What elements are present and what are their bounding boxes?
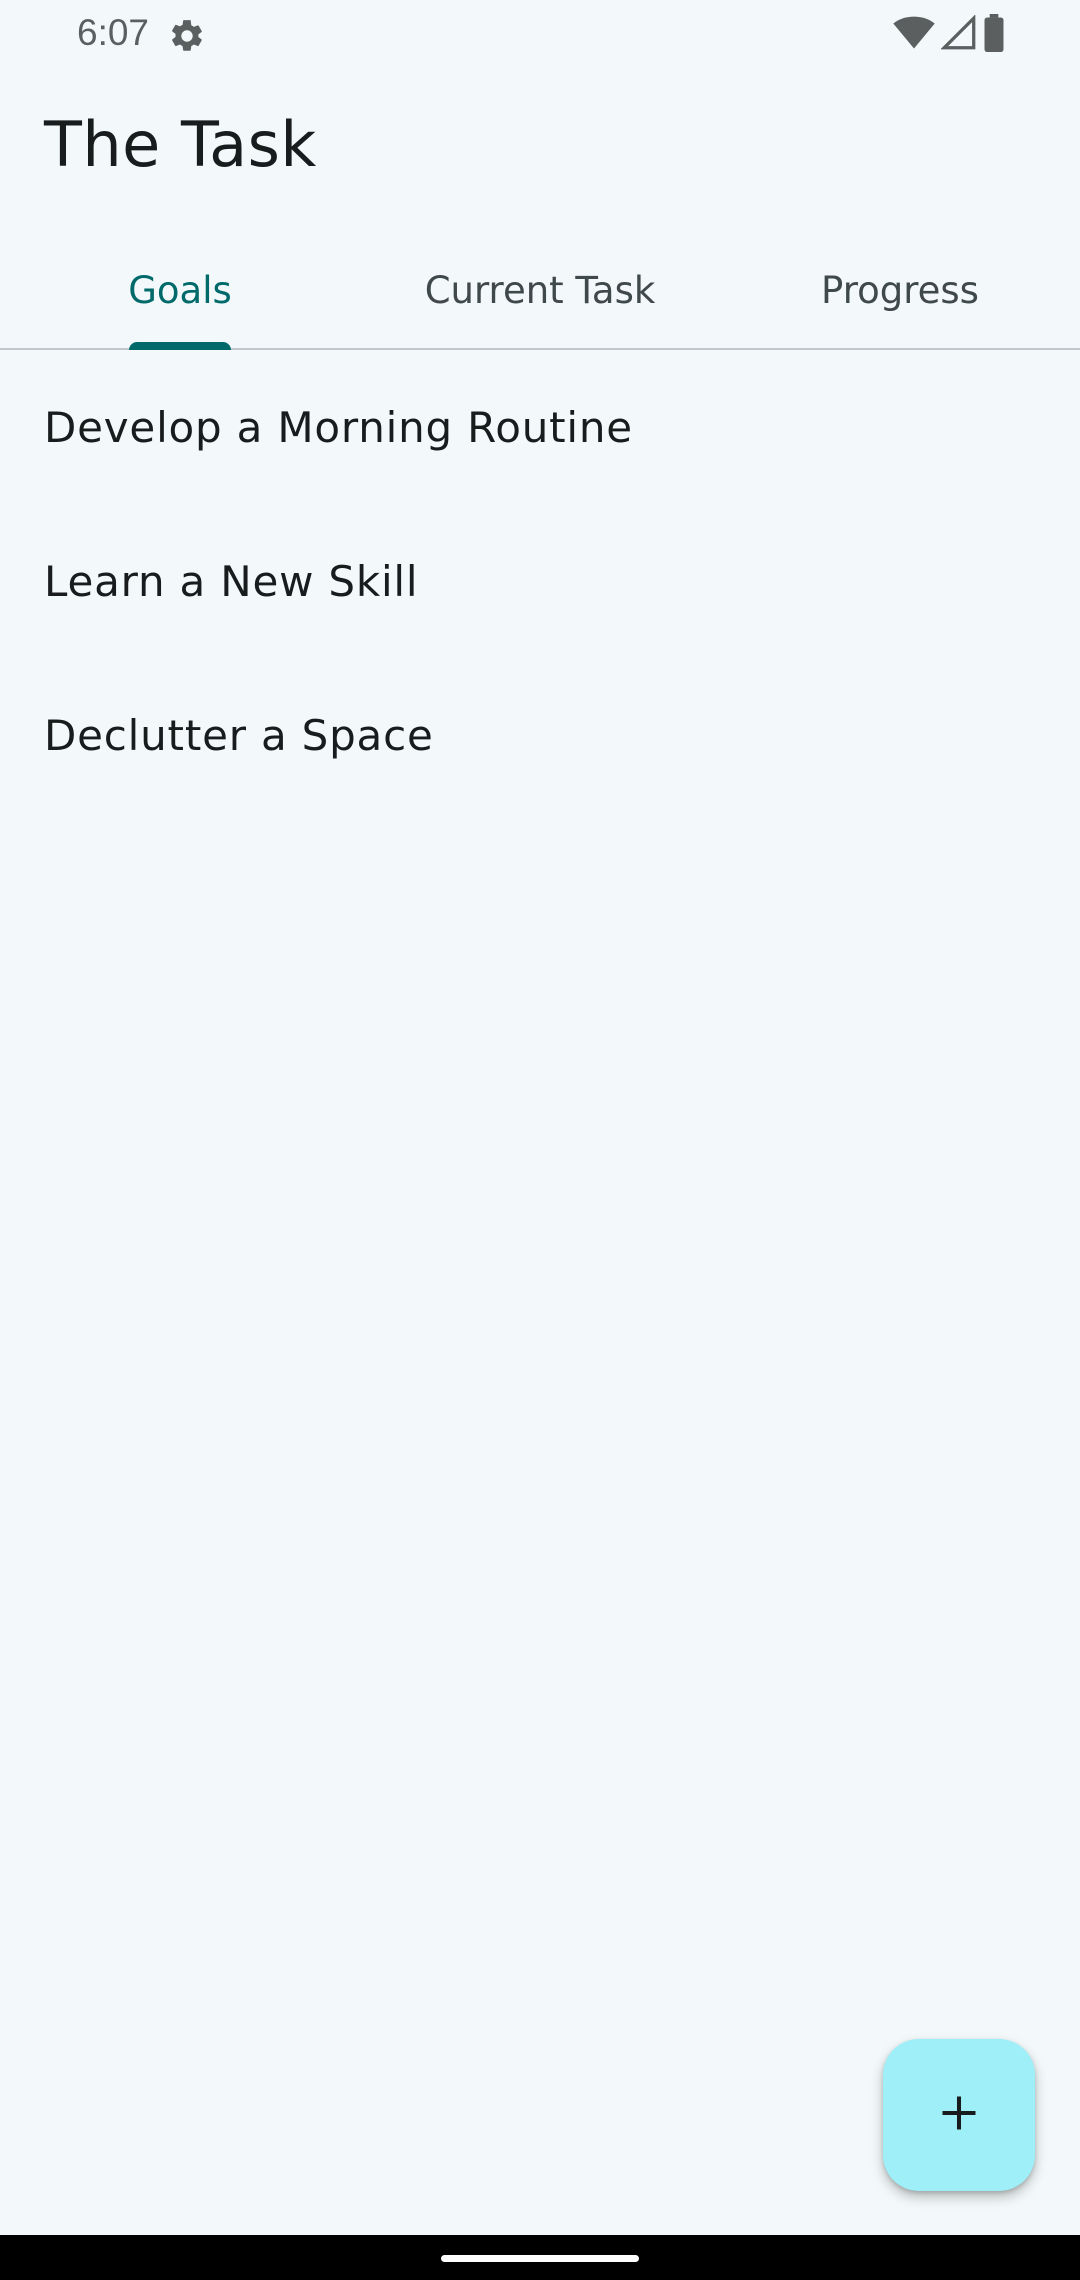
tab-current-task[interactable]: Current Task <box>360 232 720 348</box>
battery-icon <box>983 14 1005 56</box>
tab-bar: Goals Current Task Progress <box>0 232 1080 350</box>
tab-label: Current Task <box>424 268 656 312</box>
navigation-bar <box>0 2235 1080 2280</box>
app-title: The Task <box>44 108 317 181</box>
goal-label: Declutter a Space <box>44 710 434 760</box>
home-gesture-handle[interactable] <box>441 2255 639 2262</box>
goal-label: Develop a Morning Routine <box>44 402 633 452</box>
plus-icon <box>937 2091 981 2139</box>
tab-progress[interactable]: Progress <box>720 232 1080 348</box>
list-item[interactable]: Learn a New Skill <box>0 504 1080 658</box>
goal-list: Develop a Morning Routine Learn a New Sk… <box>0 350 1080 812</box>
goal-label: Learn a New Skill <box>44 556 419 606</box>
gear-icon <box>168 17 206 55</box>
tab-label: Goals <box>128 268 232 312</box>
tab-goals[interactable]: Goals <box>0 232 360 350</box>
tab-active-indicator <box>129 342 231 350</box>
tab-label: Progress <box>821 268 979 312</box>
status-bar: 6:07 <box>0 0 1080 70</box>
wifi-icon <box>893 14 935 56</box>
add-goal-button[interactable] <box>883 2039 1035 2191</box>
status-time: 6:07 <box>77 12 150 53</box>
list-item[interactable]: Declutter a Space <box>0 658 1080 812</box>
signal-icon <box>940 14 977 55</box>
list-item[interactable]: Develop a Morning Routine <box>0 350 1080 504</box>
